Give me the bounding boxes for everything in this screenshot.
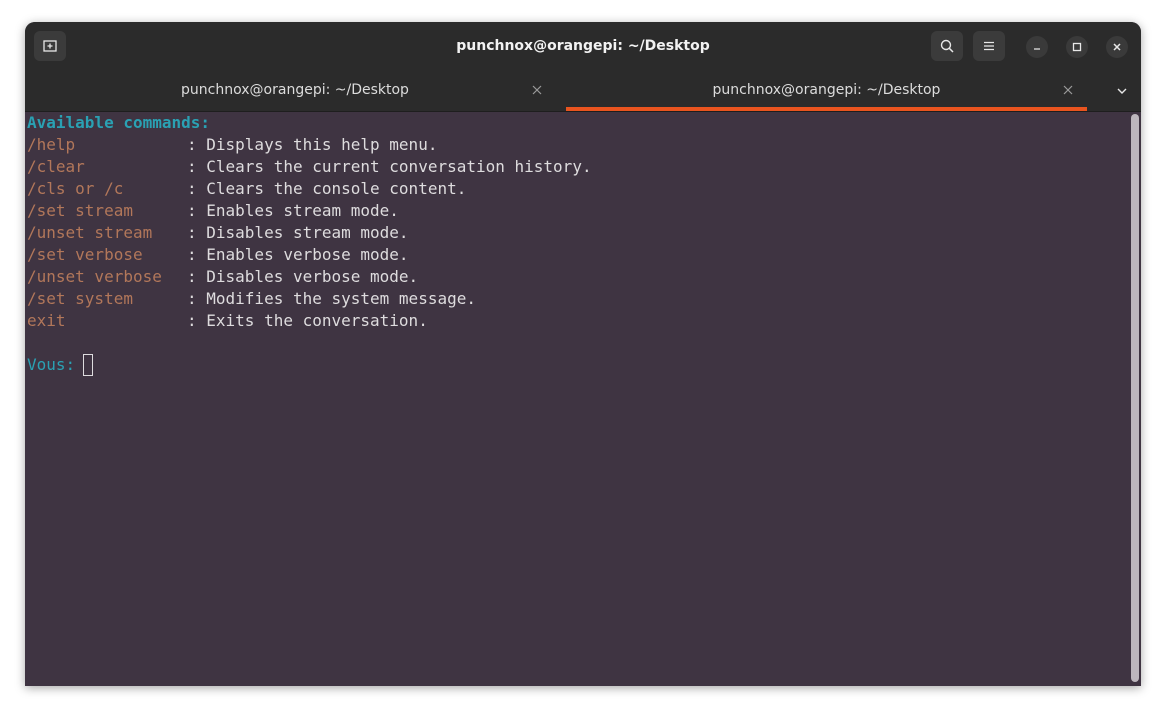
command-name: /clear xyxy=(27,157,85,176)
command-name: exit xyxy=(27,311,66,330)
help-heading: Available commands: xyxy=(27,113,211,132)
command-description: : Clears the current conversation histor… xyxy=(187,157,592,176)
command-name: /unset verbose xyxy=(27,267,162,286)
active-tab-indicator xyxy=(566,107,1087,111)
command-name: /unset stream xyxy=(27,223,153,242)
hamburger-menu-icon xyxy=(984,41,994,51)
command-row: /set system : Modifies the system message… xyxy=(27,288,1131,310)
command-description: : Displays this help menu. xyxy=(187,135,438,154)
terminal-output[interactable]: Available commands: /help : Displays this… xyxy=(25,112,1131,686)
minimize-icon xyxy=(1034,48,1040,50)
close-icon xyxy=(1113,43,1121,51)
close-icon xyxy=(532,85,542,95)
command-description: : Modifies the system message. xyxy=(187,289,476,308)
tab-close-button[interactable] xyxy=(1061,83,1075,97)
text-cursor[interactable] xyxy=(83,354,94,376)
command-name: /help xyxy=(27,135,76,154)
command-name: /set verbose xyxy=(27,245,143,264)
terminal-window: punchnox@orangepi: ~/Desktop punchnox@or… xyxy=(25,22,1141,686)
title-bar[interactable]: punchnox@orangepi: ~/Desktop xyxy=(25,22,1141,70)
command-description: : Disables verbose mode. xyxy=(187,267,419,286)
command-row: /set verbose : Enables verbose mode. xyxy=(27,244,1131,266)
command-row: /set stream : Enables stream mode. xyxy=(27,200,1131,222)
command-row: /unset verbose : Disables verbose mode. xyxy=(27,266,1131,288)
input-prompt: Vous: xyxy=(27,355,76,374)
maximize-button[interactable] xyxy=(1066,36,1088,58)
command-row: /cls or /c : Clears the console content. xyxy=(27,178,1131,200)
tab-label: punchnox@orangepi: ~/Desktop xyxy=(712,82,941,98)
command-description: : Disables stream mode. xyxy=(187,223,409,242)
tab-bar: punchnox@orangepi: ~/Desktop punchnox@or… xyxy=(25,70,1141,112)
menu-button[interactable] xyxy=(973,31,1005,61)
maximize-icon xyxy=(1072,42,1082,52)
input-prompt-line[interactable]: Vous: xyxy=(27,354,1131,376)
command-row: exit : Exits the conversation. xyxy=(27,310,1131,332)
command-row: /unset stream : Disables stream mode. xyxy=(27,222,1131,244)
close-icon xyxy=(1063,85,1073,95)
command-description: : Enables verbose mode. xyxy=(187,245,409,264)
command-name: /set system xyxy=(27,289,133,308)
tab-list-button[interactable] xyxy=(1111,80,1133,102)
command-name: /cls or /c xyxy=(27,179,124,198)
tab-close-button[interactable] xyxy=(530,83,544,97)
command-row: /clear : Clears the current conversation … xyxy=(27,156,1131,178)
tab-label: punchnox@orangepi: ~/Desktop xyxy=(181,82,409,98)
tab-2[interactable]: punchnox@orangepi: ~/Desktop xyxy=(566,70,1087,111)
chevron-down-icon xyxy=(1117,88,1127,94)
search-button[interactable] xyxy=(931,31,963,61)
command-row: /help : Displays this help menu. xyxy=(27,134,1131,156)
close-button[interactable] xyxy=(1106,36,1128,58)
command-description: : Clears the console content. xyxy=(187,179,467,198)
command-description: : Enables stream mode. xyxy=(187,201,399,220)
minimize-button[interactable] xyxy=(1026,36,1048,58)
tab-1[interactable]: punchnox@orangepi: ~/Desktop xyxy=(25,70,565,111)
command-description: : Exits the conversation. xyxy=(187,311,428,330)
vertical-scrollbar[interactable] xyxy=(1131,114,1139,682)
search-icon xyxy=(940,39,954,53)
command-name: /set stream xyxy=(27,201,133,220)
